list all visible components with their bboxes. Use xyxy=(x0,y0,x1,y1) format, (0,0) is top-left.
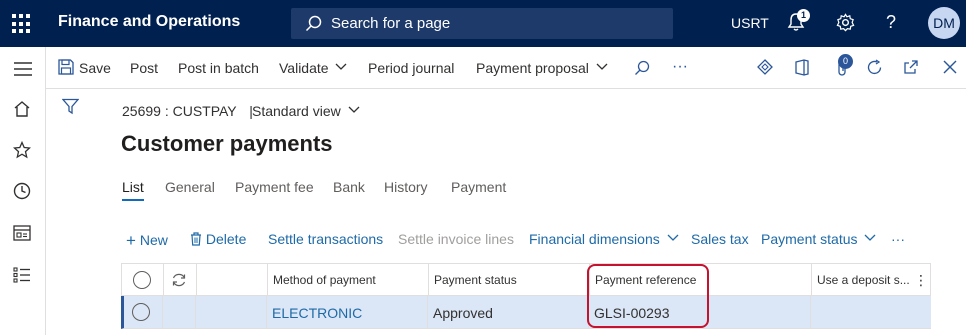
chevron-down-icon xyxy=(667,234,679,241)
list-icon[interactable] xyxy=(13,267,31,283)
settle-invoice-lines-button[interactable]: Settle invoice lines xyxy=(398,231,514,247)
payment-status-label: Payment status xyxy=(761,231,858,247)
journal-id: 25699 : CUSTPAY xyxy=(122,103,237,119)
tab-bank[interactable]: Bank xyxy=(333,179,365,195)
select-all-radio[interactable] xyxy=(133,271,151,289)
trash-icon xyxy=(191,232,201,246)
hamburger-icon[interactable] xyxy=(13,61,33,77)
grid-header: Method of payment Payment status Payment… xyxy=(121,263,932,297)
use-deposit-cell[interactable] xyxy=(811,296,931,328)
help-icon[interactable]: ? xyxy=(886,12,896,33)
star-icon[interactable] xyxy=(13,141,31,159)
settle-transactions-button[interactable]: Settle transactions xyxy=(268,231,383,247)
navigation-rail xyxy=(0,47,46,335)
payment-reference-highlight xyxy=(587,264,709,328)
action-pane: Save Post Post in batch Validate Period … xyxy=(46,47,966,89)
more-grid-actions-button[interactable]: ··· xyxy=(891,231,905,247)
app-title[interactable]: Finance and Operations xyxy=(58,13,240,31)
table-row[interactable]: ELECTRONIC Approved GLSI-00293 xyxy=(121,296,931,329)
company-selector[interactable]: USRT xyxy=(731,15,769,31)
blank-column xyxy=(197,264,268,297)
sales-tax-button[interactable]: Sales tax xyxy=(691,231,749,247)
search-placeholder: Search for a page xyxy=(331,15,451,32)
financial-dimensions-button[interactable]: Financial dimensions xyxy=(529,231,679,247)
chevron-down-icon xyxy=(348,106,360,113)
payment-proposal-label: Payment proposal xyxy=(476,60,589,76)
row-marker-cell xyxy=(163,296,196,328)
new-label: New xyxy=(139,232,168,248)
active-tab-indicator xyxy=(122,199,144,201)
validate-label: Validate xyxy=(279,60,329,76)
gear-icon[interactable] xyxy=(836,13,855,32)
payment-status-cell[interactable]: Approved xyxy=(428,296,589,328)
validate-button[interactable]: Validate xyxy=(279,60,347,76)
column-use-deposit[interactable]: Use a deposit s... ⋮ xyxy=(812,264,932,297)
search-box[interactable]: Search for a page xyxy=(291,8,673,39)
top-navigation-bar: Finance and Operations Search for a page… xyxy=(0,0,966,47)
view-selector[interactable]: Standard view xyxy=(252,103,360,119)
row-select-radio[interactable] xyxy=(132,303,150,321)
clock-icon[interactable] xyxy=(13,182,31,200)
chevron-down-icon xyxy=(335,63,347,70)
tab-payment[interactable]: Payment xyxy=(451,179,506,195)
method-of-payment-cell[interactable]: ELECTRONIC xyxy=(267,296,428,328)
payment-status-button[interactable]: Payment status xyxy=(761,231,876,247)
new-button[interactable]: + New xyxy=(126,231,168,251)
page-title: Customer payments xyxy=(121,131,333,156)
delete-label: Delete xyxy=(205,231,247,247)
payment-proposal-button[interactable]: Payment proposal xyxy=(476,60,608,76)
chevron-down-icon xyxy=(864,234,876,241)
diamond-icon[interactable] xyxy=(757,59,773,75)
attachment-badge: 0 xyxy=(838,54,853,69)
post-in-batch-button[interactable]: Post in batch xyxy=(178,60,259,76)
office-icon[interactable] xyxy=(795,59,809,76)
search-icon[interactable] xyxy=(634,60,650,76)
save-button[interactable]: Save xyxy=(79,60,111,76)
home-icon[interactable] xyxy=(13,100,31,118)
open-new-window-icon[interactable] xyxy=(903,59,919,75)
period-journal-button[interactable]: Period journal xyxy=(368,60,454,76)
chevron-down-icon xyxy=(596,63,608,70)
select-all-cell[interactable] xyxy=(122,264,164,297)
tab-payment-fee[interactable]: Payment fee xyxy=(235,179,314,195)
refresh-icon[interactable] xyxy=(866,59,883,76)
delete-button[interactable]: Delete xyxy=(190,231,246,247)
search-icon xyxy=(305,15,322,32)
save-icon[interactable] xyxy=(58,59,74,75)
column-options-icon[interactable]: ⋮ xyxy=(914,264,928,297)
notification-badge: 1 xyxy=(797,9,810,22)
waffle-icon[interactable] xyxy=(12,14,32,34)
row-select-cell[interactable] xyxy=(124,296,163,328)
row-blank-cell xyxy=(196,296,267,328)
plus-icon: + xyxy=(126,231,136,250)
tab-list[interactable]: List xyxy=(122,179,144,195)
view-label: Standard view xyxy=(252,103,341,119)
avatar[interactable]: DM xyxy=(928,7,960,39)
column-payment-status[interactable]: Payment status xyxy=(429,264,590,297)
refresh-cell[interactable] xyxy=(164,264,197,297)
workspace-icon[interactable] xyxy=(13,225,31,241)
tab-history[interactable]: History xyxy=(384,179,428,195)
record-identifier: 25699 : CUSTPAY | xyxy=(122,103,253,119)
close-icon[interactable] xyxy=(943,60,957,74)
tab-general[interactable]: General xyxy=(165,179,215,195)
more-actions-button[interactable]: ··· xyxy=(672,58,688,76)
filter-icon[interactable] xyxy=(62,98,79,115)
column-use-deposit-label: Use a deposit s... xyxy=(817,273,910,287)
post-button[interactable]: Post xyxy=(130,60,158,76)
column-method-of-payment[interactable]: Method of payment xyxy=(268,264,429,297)
financial-dimensions-label: Financial dimensions xyxy=(529,231,660,247)
payments-grid: Method of payment Payment status Payment… xyxy=(121,263,931,335)
refresh-icon[interactable] xyxy=(171,272,187,288)
